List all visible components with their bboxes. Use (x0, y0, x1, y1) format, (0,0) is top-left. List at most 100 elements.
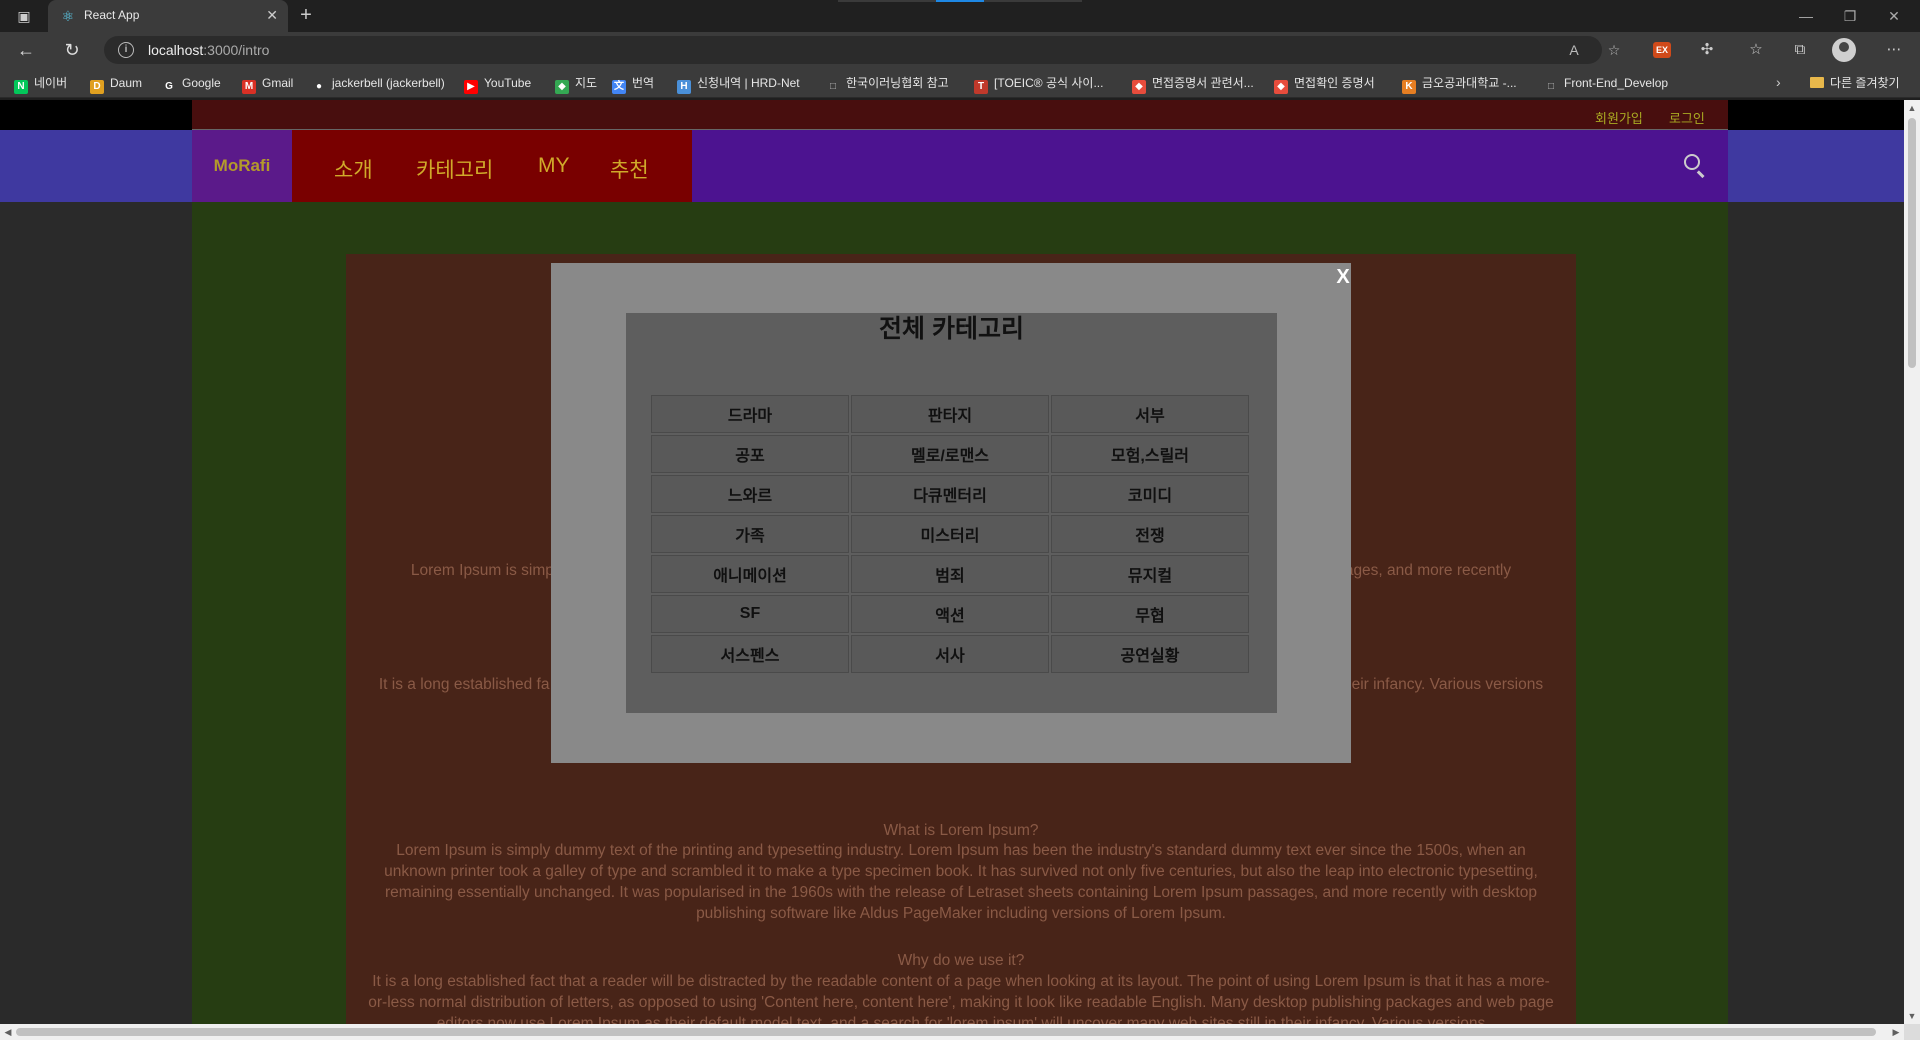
bookmark-item[interactable]: □ Front-End_Develop (1544, 74, 1668, 92)
new-tab-button[interactable]: + (294, 4, 318, 28)
tab-actions-icon[interactable]: ▣ (10, 6, 38, 26)
more-menu-icon[interactable]: ⋯ (1884, 40, 1904, 60)
tab-title: React App (84, 8, 140, 22)
folder-icon (1810, 77, 1824, 88)
main-nav: 소개 카테고리 MY 추천 (292, 130, 692, 202)
bookmark-item[interactable]: G Google (162, 74, 221, 92)
category-cell[interactable]: 뮤지컬 (1051, 555, 1249, 593)
category-cell[interactable]: 모험,스릴러 (1051, 435, 1249, 473)
collections-icon[interactable]: ⧉ (1790, 40, 1810, 60)
nav-intro[interactable]: 소개 (334, 154, 373, 184)
category-cell[interactable]: 범죄 (851, 555, 1049, 593)
scroll-up-icon[interactable]: ▲ (1904, 100, 1920, 116)
bookmarks-overflow-icon[interactable]: › (1776, 74, 1781, 90)
category-cell[interactable]: 판타지 (851, 395, 1049, 433)
bookmark-label: jackerbell (jackerbell) (332, 76, 445, 90)
nav-my[interactable]: MY (538, 154, 570, 178)
category-cell[interactable]: 가족 (651, 515, 849, 553)
bookmark-favicon-icon: N (14, 80, 28, 94)
category-cell[interactable]: SF (651, 595, 849, 633)
category-cell[interactable]: 무협 (1051, 595, 1249, 633)
browser-tab-bar: ▣ ⚛ React App ✕ + — ❐ ✕ (0, 0, 1920, 32)
window-drag-accent (936, 0, 984, 2)
vertical-scrollbar[interactable]: ▲ ▼ (1904, 100, 1920, 1024)
category-cell[interactable]: 미스터리 (851, 515, 1049, 553)
category-cell[interactable]: 공연실황 (1051, 635, 1249, 673)
vertical-scroll-thumb[interactable] (1908, 118, 1916, 368)
horizontal-scroll-thumb[interactable] (16, 1028, 1876, 1036)
signup-link[interactable]: 회원가입 (1595, 108, 1643, 127)
url-text[interactable]: localhost:3000/intro (148, 42, 269, 58)
close-window-button[interactable]: ✕ (1874, 4, 1914, 28)
url-path: :3000/intro (203, 42, 270, 58)
bookmark-label: 면접증명서 관련서... (1152, 76, 1254, 90)
horizontal-scrollbar[interactable]: ◀ ▶ (0, 1024, 1904, 1040)
bookmark-item[interactable]: N 네이버 (14, 74, 68, 94)
other-favorites-label: 다른 즐겨찾기 (1830, 76, 1900, 90)
bookmark-item[interactable]: ◆ 면접증명서 관련서... (1132, 74, 1254, 94)
bookmark-item[interactable]: 文 번역 (612, 74, 654, 94)
search-icon-lens (1684, 154, 1700, 170)
bookmark-item[interactable]: H 신청내역 | HRD-Net (677, 74, 800, 94)
site-info-icon[interactable]: i (118, 42, 134, 58)
bookmark-item[interactable]: D Daum (90, 74, 143, 94)
bookmark-item[interactable]: ◆ 지도 (555, 74, 597, 94)
bookmark-item[interactable]: M Gmail (242, 74, 293, 94)
nav-category[interactable]: 카테고리 (416, 154, 493, 184)
bookmark-item[interactable]: K 금오공과대학교 -... (1402, 74, 1517, 94)
address-bar[interactable]: i localhost:3000/intro A ☆ (104, 36, 1620, 64)
bookmark-label: 신청내역 | HRD-Net (697, 76, 800, 90)
extensions-puzzle-icon[interactable]: ✣ (1697, 40, 1717, 60)
category-cell[interactable]: 멜로/로맨스 (851, 435, 1049, 473)
bookmark-item[interactable]: ◆ 면접확인 증명서 (1274, 74, 1375, 94)
lorem-paragraph-1: Lorem Ipsum is simply dummy text of the … (384, 842, 1538, 922)
bookmark-item[interactable]: ● jackerbell (jackerbell) (312, 74, 445, 92)
category-cell[interactable]: 드라마 (651, 395, 849, 433)
bookmark-item[interactable]: ▶ YouTube (464, 74, 531, 94)
category-cell[interactable]: 서부 (1051, 395, 1249, 433)
category-cell[interactable]: 공포 (651, 435, 849, 473)
category-cell[interactable]: 다큐멘터리 (851, 475, 1049, 513)
bookmarks-bar: › 다른 즐겨찾기 N 네이버 D Daum G Google M Gmail ● jackerb… (0, 68, 1920, 98)
tab-react-app[interactable]: ⚛ React App ✕ (48, 0, 288, 32)
favorite-star-icon[interactable]: ☆ (1604, 40, 1624, 60)
category-cell[interactable]: 서사 (851, 635, 1049, 673)
search-icon[interactable] (1682, 152, 1708, 178)
scroll-right-icon[interactable]: ▶ (1888, 1024, 1904, 1040)
scroll-left-icon[interactable]: ◀ (0, 1024, 16, 1040)
bookmark-favicon-icon: G (165, 81, 173, 92)
bookmark-favicon-icon: □ (829, 81, 837, 92)
category-cell[interactable]: 전쟁 (1051, 515, 1249, 553)
bookmark-item[interactable]: T [TOEIC® 공식 사이... (974, 74, 1103, 94)
site-topbar-inner: 회원가입 로그인 (192, 100, 1728, 130)
nav-recommend[interactable]: 추천 (610, 154, 649, 184)
login-link[interactable]: 로그인 (1669, 108, 1705, 127)
tab-close-icon[interactable]: ✕ (266, 7, 278, 24)
category-cell[interactable]: 애니메이션 (651, 555, 849, 593)
favorites-list-icon[interactable]: ☆ (1746, 40, 1766, 60)
bookmark-label: 금오공과대학교 -... (1422, 76, 1517, 90)
category-cell[interactable]: 코미디 (1051, 475, 1249, 513)
back-button[interactable]: ← (14, 38, 38, 62)
site-logo[interactable]: MoRafi (192, 130, 292, 202)
category-cell[interactable]: 느와르 (651, 475, 849, 513)
reload-button[interactable]: ↻ (60, 38, 84, 62)
bookmark-favicon-icon: 文 (612, 80, 626, 94)
bookmark-label: Front-End_Develop (1564, 76, 1669, 90)
lorem-paragraph-2: It is a long established fact that a rea… (368, 973, 1554, 1024)
minimize-button[interactable]: — (1786, 4, 1826, 28)
category-cell[interactable]: 액션 (851, 595, 1049, 633)
category-modal: X 전체 카테고리 드라마 판타지 서부 공포 멜로/로맨스 모험,스릴러 느와르 다큐멘터리… (551, 263, 1351, 763)
bookmark-item[interactable]: □ 한국이러닝협회 참고 (826, 74, 949, 92)
category-cell[interactable]: 서스펜스 (651, 635, 849, 673)
modal-close-button[interactable]: X (1323, 265, 1363, 288)
restore-button[interactable]: ❐ (1830, 4, 1870, 28)
bookmark-label: 네이버 (34, 76, 68, 90)
bookmark-favicon-icon: D (90, 80, 104, 94)
profile-avatar[interactable] (1832, 38, 1856, 62)
bookmark-label: Daum (110, 76, 143, 90)
read-aloud-icon[interactable]: A (1564, 40, 1584, 60)
other-favorites-folder[interactable]: 다른 즐겨찾기 (1810, 74, 1900, 91)
extension-icon[interactable]: EX (1653, 42, 1671, 58)
scroll-down-icon[interactable]: ▼ (1904, 1008, 1920, 1024)
